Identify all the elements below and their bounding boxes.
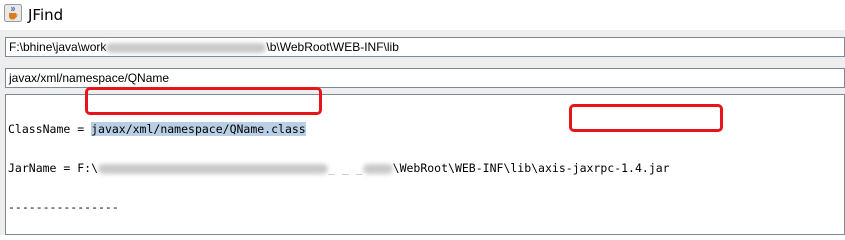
redacted-path-blur [106,42,267,53]
redacted-jar-path-blur-2 [362,163,393,174]
search-path-input[interactable]: F:\bhine\java\work \b\WebRoot\WEB-INF\lib [5,37,845,57]
result-jar-line: JarName = F:\ _ _ _ \WebRoot\WEB-INF\lib\a… [8,162,844,175]
jar-path: \WebRoot\WEB-INF\lib\ [392,161,539,175]
class-name-input[interactable]: javax/xml/namespace/QName [5,68,845,88]
java-coffee-icon [4,4,22,22]
window-title: JFind [28,6,64,24]
result-separator: ---------------- [8,200,119,214]
title-bar: JFind [0,0,845,30]
jarname-highlight-box [569,104,723,132]
class-name-value: javax/xml/namespace/QName [9,71,170,85]
classname-highlight-box [85,87,322,115]
redacted-jar-path-blur [98,163,329,174]
jar-label: JarName = F:\ [8,161,99,175]
path-suffix: \b\WebRoot\WEB-INF\lib [266,40,399,54]
path-middle: bhine\java\work [23,40,107,54]
jar-middle: _ _ _ [328,161,363,175]
jar-value: axis-jaxrpc-1.4.jar [538,161,670,175]
class-value-selected: javax/xml/namespace/QName.class [91,122,306,136]
path-prefix: F:\ [9,40,23,54]
class-label: ClassName = [8,122,92,136]
